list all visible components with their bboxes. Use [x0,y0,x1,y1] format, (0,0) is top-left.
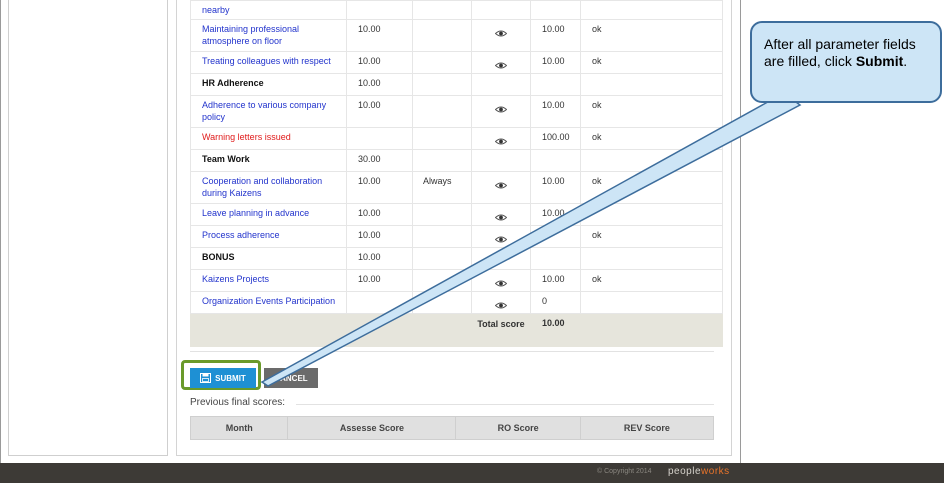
callout-text-end: . [903,53,908,69]
instruction-callout: After all parameter fields are filled, c… [750,21,942,103]
callout-bold-text: Submit [855,53,904,69]
